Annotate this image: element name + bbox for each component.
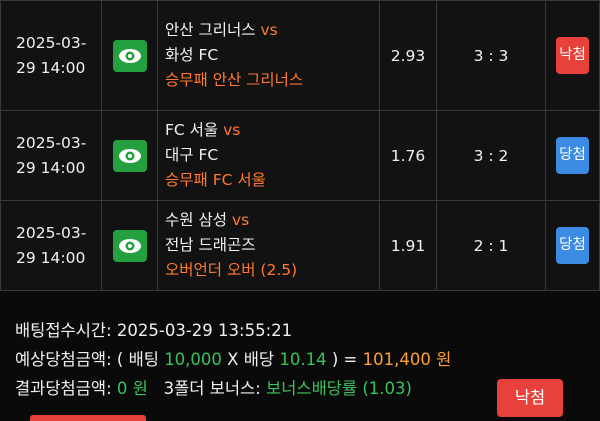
date-line: 2025-03- — [16, 33, 87, 52]
odds-value: 2.93 — [379, 0, 437, 111]
date-line: 2025-03- — [16, 133, 87, 152]
stake-label: ( 배팅 — [116, 350, 159, 369]
match-date: 2025-03- 29 14:00 — [0, 200, 102, 291]
eye-icon[interactable] — [112, 139, 147, 172]
bet-row: 2025-03- 29 14:00 수원 삼성 vs 전남 드래곤즈 오버언더 … — [0, 200, 600, 291]
bonus-label: 3폴더 보너스: — [163, 379, 261, 398]
expected-amount: 101,400 원 — [362, 350, 452, 369]
match-score: 3 : 3 — [436, 0, 546, 111]
result-badge: 낙첨 — [556, 37, 589, 74]
home-team: 안산 그리너스 — [165, 21, 256, 39]
vs-label: vs — [231, 211, 250, 229]
bet-pick: 승무패 FC 서울 — [165, 171, 266, 189]
eye-icon[interactable] — [112, 229, 147, 262]
odds-value: 1.76 — [379, 110, 437, 201]
home-team: FC 서울 — [165, 121, 219, 139]
bet-row: 2025-03- 29 14:00 FC 서울 vs 대구 FC 승무패 FC … — [0, 110, 600, 201]
odds-value: 1.91 — [379, 200, 437, 291]
away-team: 대구 FC — [165, 146, 219, 164]
match-info: 안산 그리너스 vs 화성 FC 승무패 안산 그리너스 — [157, 0, 380, 111]
bonus-value: 보너스배당률 (1.03) — [266, 379, 412, 398]
time-line: 29 14:00 — [16, 58, 86, 77]
match-info: FC 서울 vs 대구 FC 승무패 FC 서울 — [157, 110, 380, 201]
bet-slip-table: 2025-03- 29 14:00 안산 그리너스 vs 화성 FC 승무패 안… — [0, 0, 600, 291]
result-amount: 0 원 — [116, 379, 148, 398]
total-odds: 10.14 — [279, 350, 327, 369]
equals-sign: ) = — [331, 350, 358, 369]
match-score: 2 : 1 — [436, 200, 546, 291]
vs-label: vs — [260, 21, 278, 39]
time-line: 29 14:00 — [16, 248, 86, 267]
final-result-badge: 낙첨 — [497, 379, 563, 417]
away-team: 화성 FC — [165, 46, 219, 64]
stake-amount: 10,000 — [164, 350, 222, 369]
vs-label: vs — [223, 121, 241, 139]
bottom-button-edge[interactable] — [30, 415, 146, 421]
result-label: 결과당첨금액: — [15, 379, 112, 398]
away-team: 전남 드래곤즈 — [165, 236, 256, 254]
time-line: 29 14:00 — [16, 158, 86, 177]
bet-pick: 승무패 안산 그리너스 — [165, 71, 304, 89]
receipt-time: 2025-03-29 13:55:21 — [116, 321, 293, 340]
expected-win-line: 예상당첨금액: ( 배팅 10,000 X 배당 10.14 ) = 101,4… — [15, 345, 595, 374]
result-badge: 당첨 — [556, 227, 589, 264]
bet-row: 2025-03- 29 14:00 안산 그리너스 vs 화성 FC 승무패 안… — [0, 0, 600, 111]
match-date: 2025-03- 29 14:00 — [0, 0, 102, 111]
expected-label: 예상당첨금액: — [15, 350, 112, 369]
match-info: 수원 삼성 vs 전남 드래곤즈 오버언더 오버 (2.5) — [157, 200, 380, 291]
date-line: 2025-03- — [16, 223, 87, 242]
times-sign: X — [227, 350, 239, 369]
receipt-time-line: 배팅접수시간: 2025-03-29 13:55:21 — [15, 316, 595, 345]
eye-icon[interactable] — [112, 39, 147, 72]
home-team: 수원 삼성 — [165, 211, 227, 229]
match-date: 2025-03- 29 14:00 — [0, 110, 102, 201]
bet-pick: 오버언더 오버 (2.5) — [165, 261, 298, 279]
match-score: 3 : 2 — [436, 110, 546, 201]
receipt-label: 배팅접수시간: — [15, 321, 112, 340]
odds-label: 배당 — [243, 350, 275, 369]
result-badge: 당첨 — [556, 137, 589, 174]
